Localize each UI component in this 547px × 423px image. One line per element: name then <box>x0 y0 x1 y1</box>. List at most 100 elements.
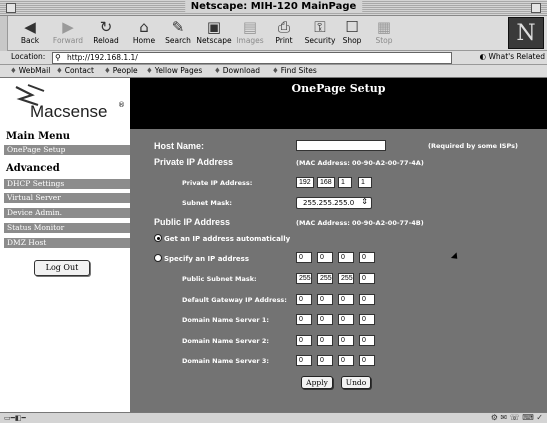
personal-toolbar: ♦ WebMail ♦ Contact ♦ People ♦ Yellow Pages … <box>0 65 547 78</box>
dns1-octet-1[interactable] <box>296 314 312 325</box>
brand-name-rest: acsense <box>44 102 108 121</box>
search-button[interactable]: ✎ Search <box>160 18 196 49</box>
specify-ip-octet-2[interactable] <box>317 252 333 263</box>
get-ip-automatically-radio[interactable] <box>154 234 162 242</box>
dns2-octet-3[interactable] <box>338 335 354 346</box>
dns2-octet-4[interactable] <box>359 335 375 346</box>
netscape-logo[interactable]: N <box>508 17 544 49</box>
public-ip-section-label: Public IP Address <box>154 217 231 227</box>
netscape-label: Netscape <box>196 36 232 45</box>
dns3-octet-4[interactable] <box>359 355 375 366</box>
whats-related-label: What's Related <box>488 52 545 61</box>
security-label: Security <box>304 36 336 45</box>
yellow-pages-link[interactable]: ♦ Yellow Pages <box>146 66 202 75</box>
connection-status-icon: ▭━◧━ <box>4 414 26 422</box>
private-ip-section-label: Private IP Address <box>154 157 234 167</box>
public-mask-octet-1[interactable] <box>296 273 312 284</box>
sidebar-item-status-monitor[interactable]: Status Monitor <box>4 223 130 233</box>
security-button[interactable]: ⚿ Security <box>302 18 338 49</box>
images-button[interactable]: ▤ Images <box>232 18 268 49</box>
navigation-toolbar: ◀ Back ▶ Forward ↻ Reload ⌂ Home ✎ Searc… <box>0 16 547 51</box>
forward-label: Forward <box>52 36 84 45</box>
download-link[interactable]: ♦ Download <box>214 66 260 75</box>
private-ip-octet-3[interactable] <box>338 177 352 188</box>
component-bar-icons[interactable]: ⚙ ✉ ☏ ⌨ ✓ <box>491 413 543 422</box>
advanced-title: Advanced <box>6 163 60 174</box>
specify-ip-octet-3[interactable] <box>338 252 354 263</box>
back-button[interactable]: ◀ Back <box>12 18 48 49</box>
reload-button[interactable]: ↻ Reload <box>88 18 124 49</box>
window-zoom-box[interactable] <box>531 3 541 13</box>
page-header: OnePage Setup <box>130 78 547 129</box>
find-sites-link[interactable]: ♦ Find Sites <box>272 66 317 75</box>
sidebar-item-device-admin[interactable]: Device Admin. <box>4 208 130 218</box>
dns3-octet-2[interactable] <box>317 355 333 366</box>
log-out-button[interactable]: Log Out <box>34 260 90 276</box>
main-menu-title: Main Menu <box>6 131 71 142</box>
public-mask-octet-2[interactable] <box>317 273 333 284</box>
people-link[interactable]: ♦ People <box>104 66 138 75</box>
sidebar-item-dhcp-settings[interactable]: DHCP Settings <box>4 179 130 189</box>
dns1-octet-4[interactable] <box>359 314 375 325</box>
sidebar-item-virtual-server[interactable]: Virtual Server <box>4 193 130 203</box>
contact-label: Contact <box>64 66 94 75</box>
webmail-link[interactable]: ♦ WebMail <box>10 66 50 75</box>
url-field[interactable]: ⚲ http://192.168.1.1/ <box>52 52 452 64</box>
url-text: http://192.168.1.1/ <box>67 53 138 62</box>
dns1-octet-3[interactable] <box>338 314 354 325</box>
forward-button[interactable]: ▶ Forward <box>50 18 86 49</box>
shop-icon: ☐ <box>345 18 359 36</box>
home-icon: ⌂ <box>139 18 149 36</box>
gateway-octet-2[interactable] <box>317 294 333 305</box>
toolbar-collapse-tab[interactable] <box>0 16 8 51</box>
specify-ip-octet-1[interactable] <box>296 252 312 263</box>
location-bar: Location: ⚲ http://192.168.1.1/ ◐ What's… <box>0 51 547 65</box>
gateway-octet-4[interactable] <box>359 294 375 305</box>
window-titlebar[interactable]: Netscape: MIH-120 MainPage <box>0 0 547 16</box>
bookmark-icon: ♦ <box>214 66 221 75</box>
home-button[interactable]: ⌂ Home <box>126 18 162 49</box>
public-mac-address: (MAC Address: 00-90-A2-00-77-4B) <box>296 219 424 227</box>
private-ip-octet-4[interactable] <box>358 177 372 188</box>
private-mac-address: (MAC Address: 00-90-A2-00-77-4A) <box>296 159 424 167</box>
stop-button[interactable]: ▦ Stop <box>366 18 402 49</box>
sidebar-item-onepage-setup[interactable]: OnePage Setup <box>4 145 130 155</box>
whats-related-button[interactable]: ◐ What's Related <box>480 52 545 61</box>
search-icon: ✎ <box>171 18 185 36</box>
dns1-octet-2[interactable] <box>317 314 333 325</box>
public-mask-octet-3[interactable] <box>338 273 354 284</box>
security-icon: ⚿ <box>314 18 326 36</box>
brand-logo: Macsense ® <box>0 78 130 129</box>
public-mask-octet-4[interactable] <box>359 273 375 284</box>
netscape-button[interactable]: ▣ Netscape <box>196 18 232 49</box>
private-ip-octet-1[interactable] <box>296 177 314 188</box>
subnet-mask-select[interactable]: 255.255.255.0 ⇕ <box>296 197 372 209</box>
specify-ip-radio[interactable] <box>154 254 162 262</box>
specify-ip-octet-4[interactable] <box>359 252 375 263</box>
page-content: Macsense ® Main Menu OnePage Setup Advan… <box>0 78 547 412</box>
shop-label: Shop <box>342 36 362 45</box>
dns1-label: Domain Name Server 1: <box>182 316 269 324</box>
gateway-octet-1[interactable] <box>296 294 312 305</box>
gateway-octet-3[interactable] <box>338 294 354 305</box>
bookmark-icon[interactable]: ⚲ <box>55 53 61 63</box>
brand-name: Macsense <box>30 102 108 121</box>
setup-form: OnePage Setup Host Name: (Required by so… <box>130 78 547 412</box>
dns3-octet-3[interactable] <box>338 355 354 366</box>
print-button[interactable]: ⎙ Print <box>266 18 302 49</box>
dns3-octet-1[interactable] <box>296 355 312 366</box>
undo-button[interactable]: Undo <box>341 376 371 389</box>
reload-icon: ↻ <box>99 18 113 36</box>
dns2-octet-1[interactable] <box>296 335 312 346</box>
contact-link[interactable]: ♦ Contact <box>56 66 94 75</box>
sidebar-item-dmz-host[interactable]: DMZ Host <box>4 238 130 248</box>
shop-button[interactable]: ☐ Shop <box>334 18 370 49</box>
host-name-field[interactable] <box>296 140 386 151</box>
back-label: Back <box>20 36 40 45</box>
back-arrow-icon: ◀ <box>24 18 36 36</box>
dns2-octet-2[interactable] <box>317 335 333 346</box>
apply-button[interactable]: Apply <box>301 376 333 389</box>
private-ip-label: Private IP Address: <box>182 179 253 187</box>
private-ip-octet-2[interactable] <box>317 177 335 188</box>
window-close-box[interactable] <box>6 3 16 13</box>
